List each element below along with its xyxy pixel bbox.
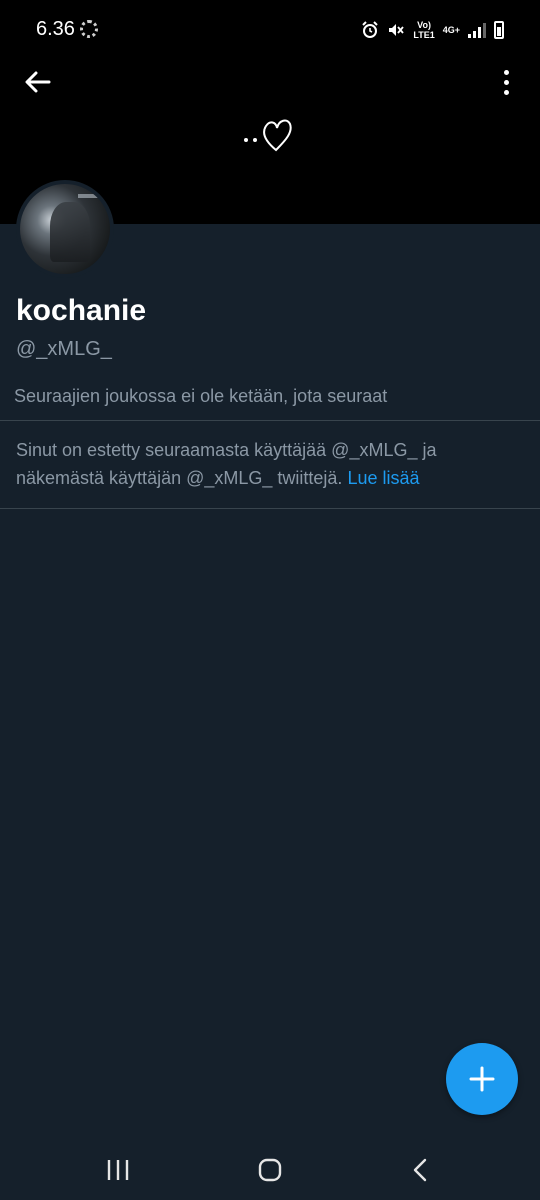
learn-more-link[interactable]: Lue lisää [347,468,419,488]
plus-icon [469,1066,495,1092]
alarm-icon [362,21,379,38]
network-type: 4G+ [442,25,460,35]
status-icons: Vo) LTE1 4G+ [361,18,504,42]
more-vertical-icon [503,69,509,75]
network-indicator: Vo) LTE1 [413,20,434,40]
arrow-left-icon [25,71,51,93]
system-nav-bar [0,1140,540,1200]
blocked-message: Sinut on estetty seuraamasta käyttäjää @… [16,436,516,492]
recent-apps-button[interactable] [98,1154,138,1186]
followers-you-follow: Seuraajien joukossa ei ole ketään, jota … [14,386,388,406]
banner-doodle [244,119,292,152]
recent-apps-icon [107,1160,129,1180]
mute-icon [389,24,405,36]
home-button[interactable] [250,1154,290,1186]
status-time: 6.36 [36,18,75,40]
status-bar: 6.36 Vo) LTE1 4G+ [0,0,540,60]
divider [0,508,540,509]
loading-icon [80,20,98,38]
more-options-button[interactable] [492,64,520,100]
system-back-button[interactable] [400,1154,440,1186]
display-name: kochanie [16,294,147,327]
network-lte-label: LTE1 [413,30,435,40]
back-icon [413,1158,427,1182]
avatar[interactable] [16,180,114,278]
divider [0,420,540,421]
battery-icon [494,21,504,39]
user-handle: @_xMLG_ [16,338,112,360]
home-icon [258,1158,282,1182]
signal-icon [468,22,486,38]
back-button[interactable] [20,64,56,100]
compose-button[interactable] [446,1043,518,1115]
network-volte-label: Vo) [417,20,431,30]
